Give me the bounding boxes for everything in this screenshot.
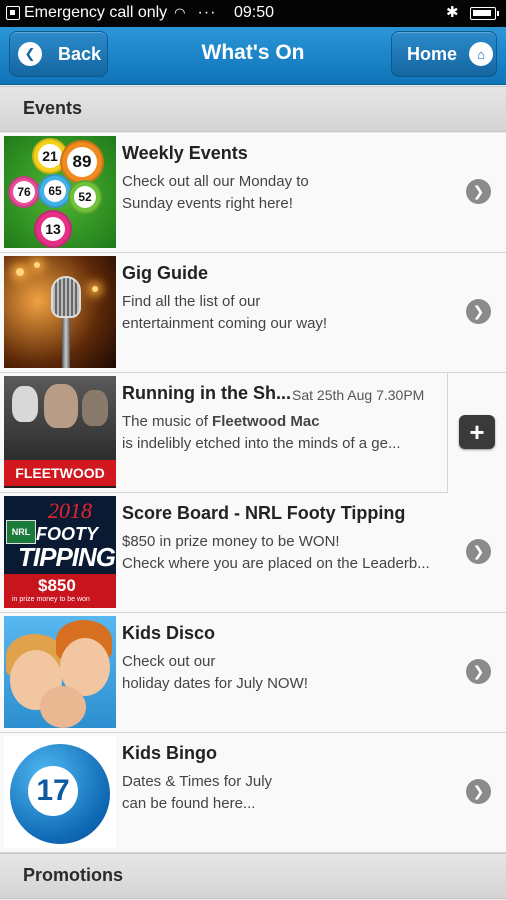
- list-item-nrl-footy-tipping[interactable]: 2018 NRL FOOTY TIPPING $850 in prize mon…: [0, 493, 506, 613]
- sim-icon: [6, 6, 20, 20]
- item-title: Score Board - NRL Footy Tipping: [122, 503, 406, 523]
- item-title: Kids Disco: [122, 623, 216, 643]
- item-desc-line: entertainment coming our way!: [122, 315, 328, 332]
- bingo-ball: 13: [34, 210, 72, 248]
- status-time: 09:50: [234, 4, 275, 21]
- item-description: Check out our holiday dates for July NOW…: [122, 651, 442, 695]
- item-desc-line: Check out all our Monday to: [122, 173, 309, 190]
- bingo-ball: 65: [38, 174, 72, 208]
- status-left: Emergency call only ◠ ···: [6, 4, 217, 22]
- item-description: $850 in prize money to be WON! Check whe…: [122, 531, 442, 575]
- list-item-weekly-events[interactable]: 21 89 76 65 52 13 Weekly Events Check ou…: [0, 133, 506, 253]
- list-item-kids-disco[interactable]: Kids Disco Check out our holiday dates f…: [0, 613, 506, 733]
- bingo-number: 17: [28, 766, 78, 816]
- item-desc-line: $850 in prize money to be WON!: [122, 533, 340, 550]
- item-desc-prefix: The music of: [122, 413, 213, 430]
- item-title: Gig Guide: [122, 263, 209, 283]
- bingo-ball: 76: [8, 176, 40, 208]
- home-button[interactable]: Home ⌂: [391, 31, 497, 77]
- more-dots: ···: [197, 4, 217, 21]
- microphone-icon: [51, 276, 81, 318]
- band-member: [44, 384, 78, 428]
- item-desc-line: Dates & Times for July: [122, 773, 273, 790]
- item-description: Find all the list of our entertainment c…: [122, 291, 442, 335]
- item-title: Running in the Sh...: [122, 383, 291, 403]
- nrl-price: $850: [38, 576, 76, 595]
- nrl-thumbnail: 2018 NRL FOOTY TIPPING $850 in prize mon…: [4, 496, 116, 608]
- item-title: Weekly Events: [122, 143, 248, 163]
- item-desc-line: Sunday events right here!: [122, 195, 293, 212]
- item-date: Sat 25th Aug 7.30PM: [292, 387, 425, 403]
- carrier-text: Emergency call only: [24, 4, 168, 21]
- chevron-right-icon: ❯: [466, 779, 491, 804]
- list-item-gig-guide[interactable]: Gig Guide Find all the list of our enter…: [0, 253, 506, 373]
- bingo-thumbnail: 21 89 76 65 52 13: [4, 136, 116, 248]
- section-label: Events: [23, 98, 83, 118]
- item-desc-line: Check where you are placed on the Leader…: [122, 555, 430, 572]
- microphone-stand: [62, 318, 70, 368]
- wifi-icon: ◠: [174, 5, 186, 20]
- item-title: Kids Bingo: [122, 743, 217, 763]
- home-icon: ⌂: [469, 42, 494, 66]
- item-description: Check out all our Monday to Sunday event…: [122, 171, 442, 215]
- bingo-ball-icon: 17: [10, 744, 110, 844]
- plus-icon[interactable]: +: [459, 415, 495, 449]
- stage-light: [92, 286, 98, 292]
- item-desc-line: Find all the list of our: [122, 293, 261, 310]
- band-member: [82, 390, 108, 426]
- bluetooth-icon: ✱: [446, 4, 459, 21]
- fleetwood-mac-thumbnail: FLEETWOOD MAC: [4, 376, 116, 488]
- list-item-kids-bingo[interactable]: 17 Kids Bingo Dates & Times for July can…: [0, 733, 506, 853]
- chevron-right-icon: ❯: [466, 659, 491, 684]
- chevron-right-icon: ❯: [466, 299, 491, 324]
- item-desc-line: The music of Fleetwood Mac: [122, 411, 434, 433]
- item-desc-line: is indelibly etched into the minds of a …: [122, 435, 401, 452]
- item-description: Dates & Times for July can be found here…: [122, 771, 442, 815]
- list-item-running-in-the-shadows[interactable]: FLEETWOOD MAC Running in the Sh... Sat 2…: [0, 373, 506, 493]
- battery-icon: [470, 7, 499, 20]
- nrl-logo-icon: NRL: [6, 520, 36, 544]
- app-header: ❮ Back What's On Home ⌂: [0, 27, 506, 85]
- stage-light: [34, 262, 40, 268]
- item-desc-line: holiday dates for July NOW!: [122, 675, 308, 692]
- split-action: +: [447, 373, 506, 493]
- nrl-year: 2018: [48, 498, 92, 523]
- section-label: Promotions: [23, 865, 124, 885]
- kids-thumbnail: [4, 616, 116, 728]
- stage-light: [16, 268, 24, 276]
- item-desc-bold: Fleetwood Mac: [212, 413, 320, 430]
- bingo-ball: 89: [60, 140, 104, 184]
- kids-bingo-thumbnail: 17: [4, 736, 116, 848]
- section-header-events: Events: [0, 86, 506, 132]
- band-member: [12, 386, 38, 422]
- section-header-promotions: Promotions: [0, 853, 506, 899]
- nrl-tipping: TIPPING: [18, 542, 116, 572]
- chevron-right-icon: ❯: [466, 179, 491, 204]
- status-bar: Emergency call only ◠ ··· 09:50 ✱: [0, 0, 506, 27]
- fleetwood-banner: FLEETWOOD MAC: [4, 460, 116, 486]
- kid-face: [40, 686, 86, 728]
- item-desc-line: Check out our: [122, 653, 216, 670]
- microphone-thumbnail: [4, 256, 116, 368]
- item-desc-line: can be found here...: [122, 795, 256, 812]
- home-label: Home: [407, 43, 458, 64]
- chevron-right-icon: ❯: [466, 539, 491, 564]
- nrl-sub: in prize money to be won: [12, 596, 90, 603]
- item-description: The music of Fleetwood Mac is indelibly …: [122, 411, 434, 455]
- bingo-ball: 52: [68, 180, 102, 214]
